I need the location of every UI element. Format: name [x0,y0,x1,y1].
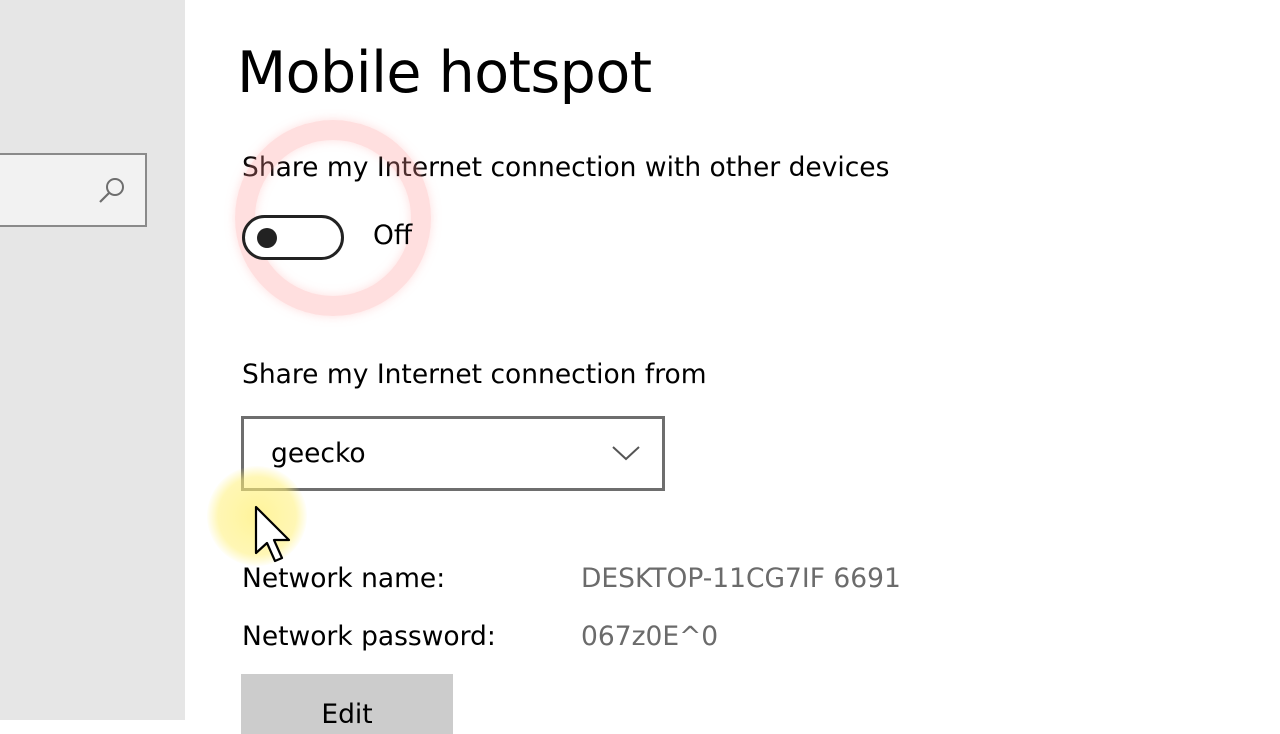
sidebar [0,0,185,720]
chevron-down-icon [612,446,640,461]
network-password-value: 067z0E^0 [581,621,719,652]
toggle-knob [257,228,277,248]
network-name-value: DESKTOP-11CG7IF 6691 [581,563,901,594]
search-icon[interactable] [97,175,127,205]
toggle-state-label: Off [373,220,413,251]
edit-button[interactable]: Edit [241,674,453,734]
network-name-label: Network name: [242,563,446,594]
main-content: Mobile hotspot Share my Internet connect… [185,0,1280,720]
page-title: Mobile hotspot [237,40,652,106]
connection-source-dropdown[interactable]: geecko [241,416,665,491]
hotspot-toggle[interactable] [242,215,344,260]
share-connection-label: Share my Internet connection with other … [242,152,890,183]
dropdown-selected-value: geecko [271,438,366,469]
search-input[interactable] [0,153,147,227]
network-password-label: Network password: [242,621,496,652]
share-from-label: Share my Internet connection from [242,359,707,390]
